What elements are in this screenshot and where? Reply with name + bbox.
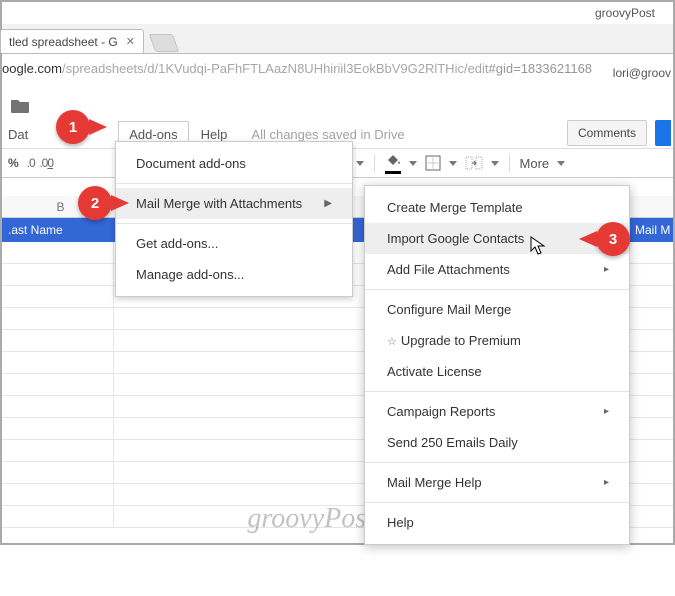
separator [365, 462, 629, 463]
addons-menu[interactable]: Document add-ons Mail Merge with Attachm… [115, 141, 353, 297]
url-path: /spreadsheets/d/1KVudqi-PaFhFTLAazN8UHhi… [62, 61, 489, 76]
header-cell-mail: Mail M [629, 223, 673, 237]
url-host: oogle.com [2, 61, 62, 76]
percent-format-button[interactable]: % [8, 156, 19, 170]
chevron-right-icon: ▸ [604, 406, 609, 417]
submenu-help[interactable]: Help [365, 507, 629, 538]
callout-2: 2 [78, 186, 128, 220]
separator [365, 391, 629, 392]
callout-1: 1 [56, 110, 106, 144]
chevron-down-icon[interactable] [409, 161, 417, 166]
separator [365, 289, 629, 290]
chevron-down-icon[interactable] [491, 161, 499, 166]
separator [509, 154, 510, 172]
url-query: #gid=1833621168 [489, 61, 593, 76]
decimal-tool[interactable]: .0 .00 [27, 156, 53, 170]
menu-data[interactable]: Dat [8, 127, 28, 142]
menu-help[interactable]: Help [201, 127, 228, 142]
folder-icon[interactable] [10, 98, 30, 114]
separator [116, 223, 352, 224]
address-bar[interactable]: oogle.com/spreadsheets/d/1KVudqi-PaFhFTL… [2, 54, 673, 82]
separator [374, 154, 375, 172]
browser-tab[interactable]: tled spreadsheet - G ✕ [0, 29, 144, 53]
chevron-down-icon[interactable] [356, 161, 364, 166]
chevron-right-icon: ▸ [604, 264, 609, 275]
fill-color-button[interactable] [385, 155, 401, 172]
chevron-right-icon: ▶ [324, 198, 332, 209]
borders-button[interactable] [425, 155, 441, 171]
submenu-activate[interactable]: Activate License [365, 356, 629, 387]
mouse-cursor-icon [530, 236, 548, 261]
menu-item-get-addons[interactable]: Get add-ons... [116, 228, 352, 259]
save-status: All changes saved in Drive [251, 127, 404, 142]
submenu-mail-merge-help[interactable]: Mail Merge Help ▸ [365, 467, 629, 498]
chevron-down-icon[interactable] [449, 161, 457, 166]
tab-title: tled spreadsheet - G [9, 35, 118, 49]
chevron-right-icon: ▸ [604, 477, 609, 488]
submenu-campaign-reports[interactable]: Campaign Reports ▸ [365, 396, 629, 427]
submenu-add-attachments[interactable]: Add File Attachments ▸ [365, 254, 629, 285]
menu-item-document-addons[interactable]: Document add-ons [116, 148, 352, 179]
submenu-create-template[interactable]: Create Merge Template [365, 192, 629, 223]
separator [365, 502, 629, 503]
new-tab-button[interactable] [149, 34, 180, 52]
callout-3: 3 [580, 222, 630, 256]
menu-item-mail-merge[interactable]: Mail Merge with Attachments ▶ [116, 188, 352, 219]
close-icon[interactable]: ✕ [126, 35, 135, 48]
header-cell-lastname: .ast Name [2, 223, 114, 237]
browser-tabbar: tled spreadsheet - G ✕ [2, 24, 673, 54]
separator [116, 183, 352, 184]
chevron-down-icon[interactable] [557, 161, 565, 166]
window-title: groovyPost [595, 6, 655, 20]
submenu-upgrade[interactable]: ☆Upgrade to Premium [365, 325, 629, 356]
account-label[interactable]: lori@groov [613, 66, 671, 80]
share-button[interactable] [655, 120, 671, 146]
merge-cells-button[interactable] [465, 156, 483, 170]
submenu-send-250[interactable]: Send 250 Emails Daily [365, 427, 629, 458]
submenu-configure[interactable]: Configure Mail Merge [365, 294, 629, 325]
menu-item-manage-addons[interactable]: Manage add-ons... [116, 259, 352, 290]
star-icon: ☆ [387, 336, 397, 348]
comments-button[interactable]: Comments [567, 120, 647, 146]
window-titlebar: groovyPost [2, 2, 673, 24]
more-button[interactable]: More [520, 156, 550, 171]
